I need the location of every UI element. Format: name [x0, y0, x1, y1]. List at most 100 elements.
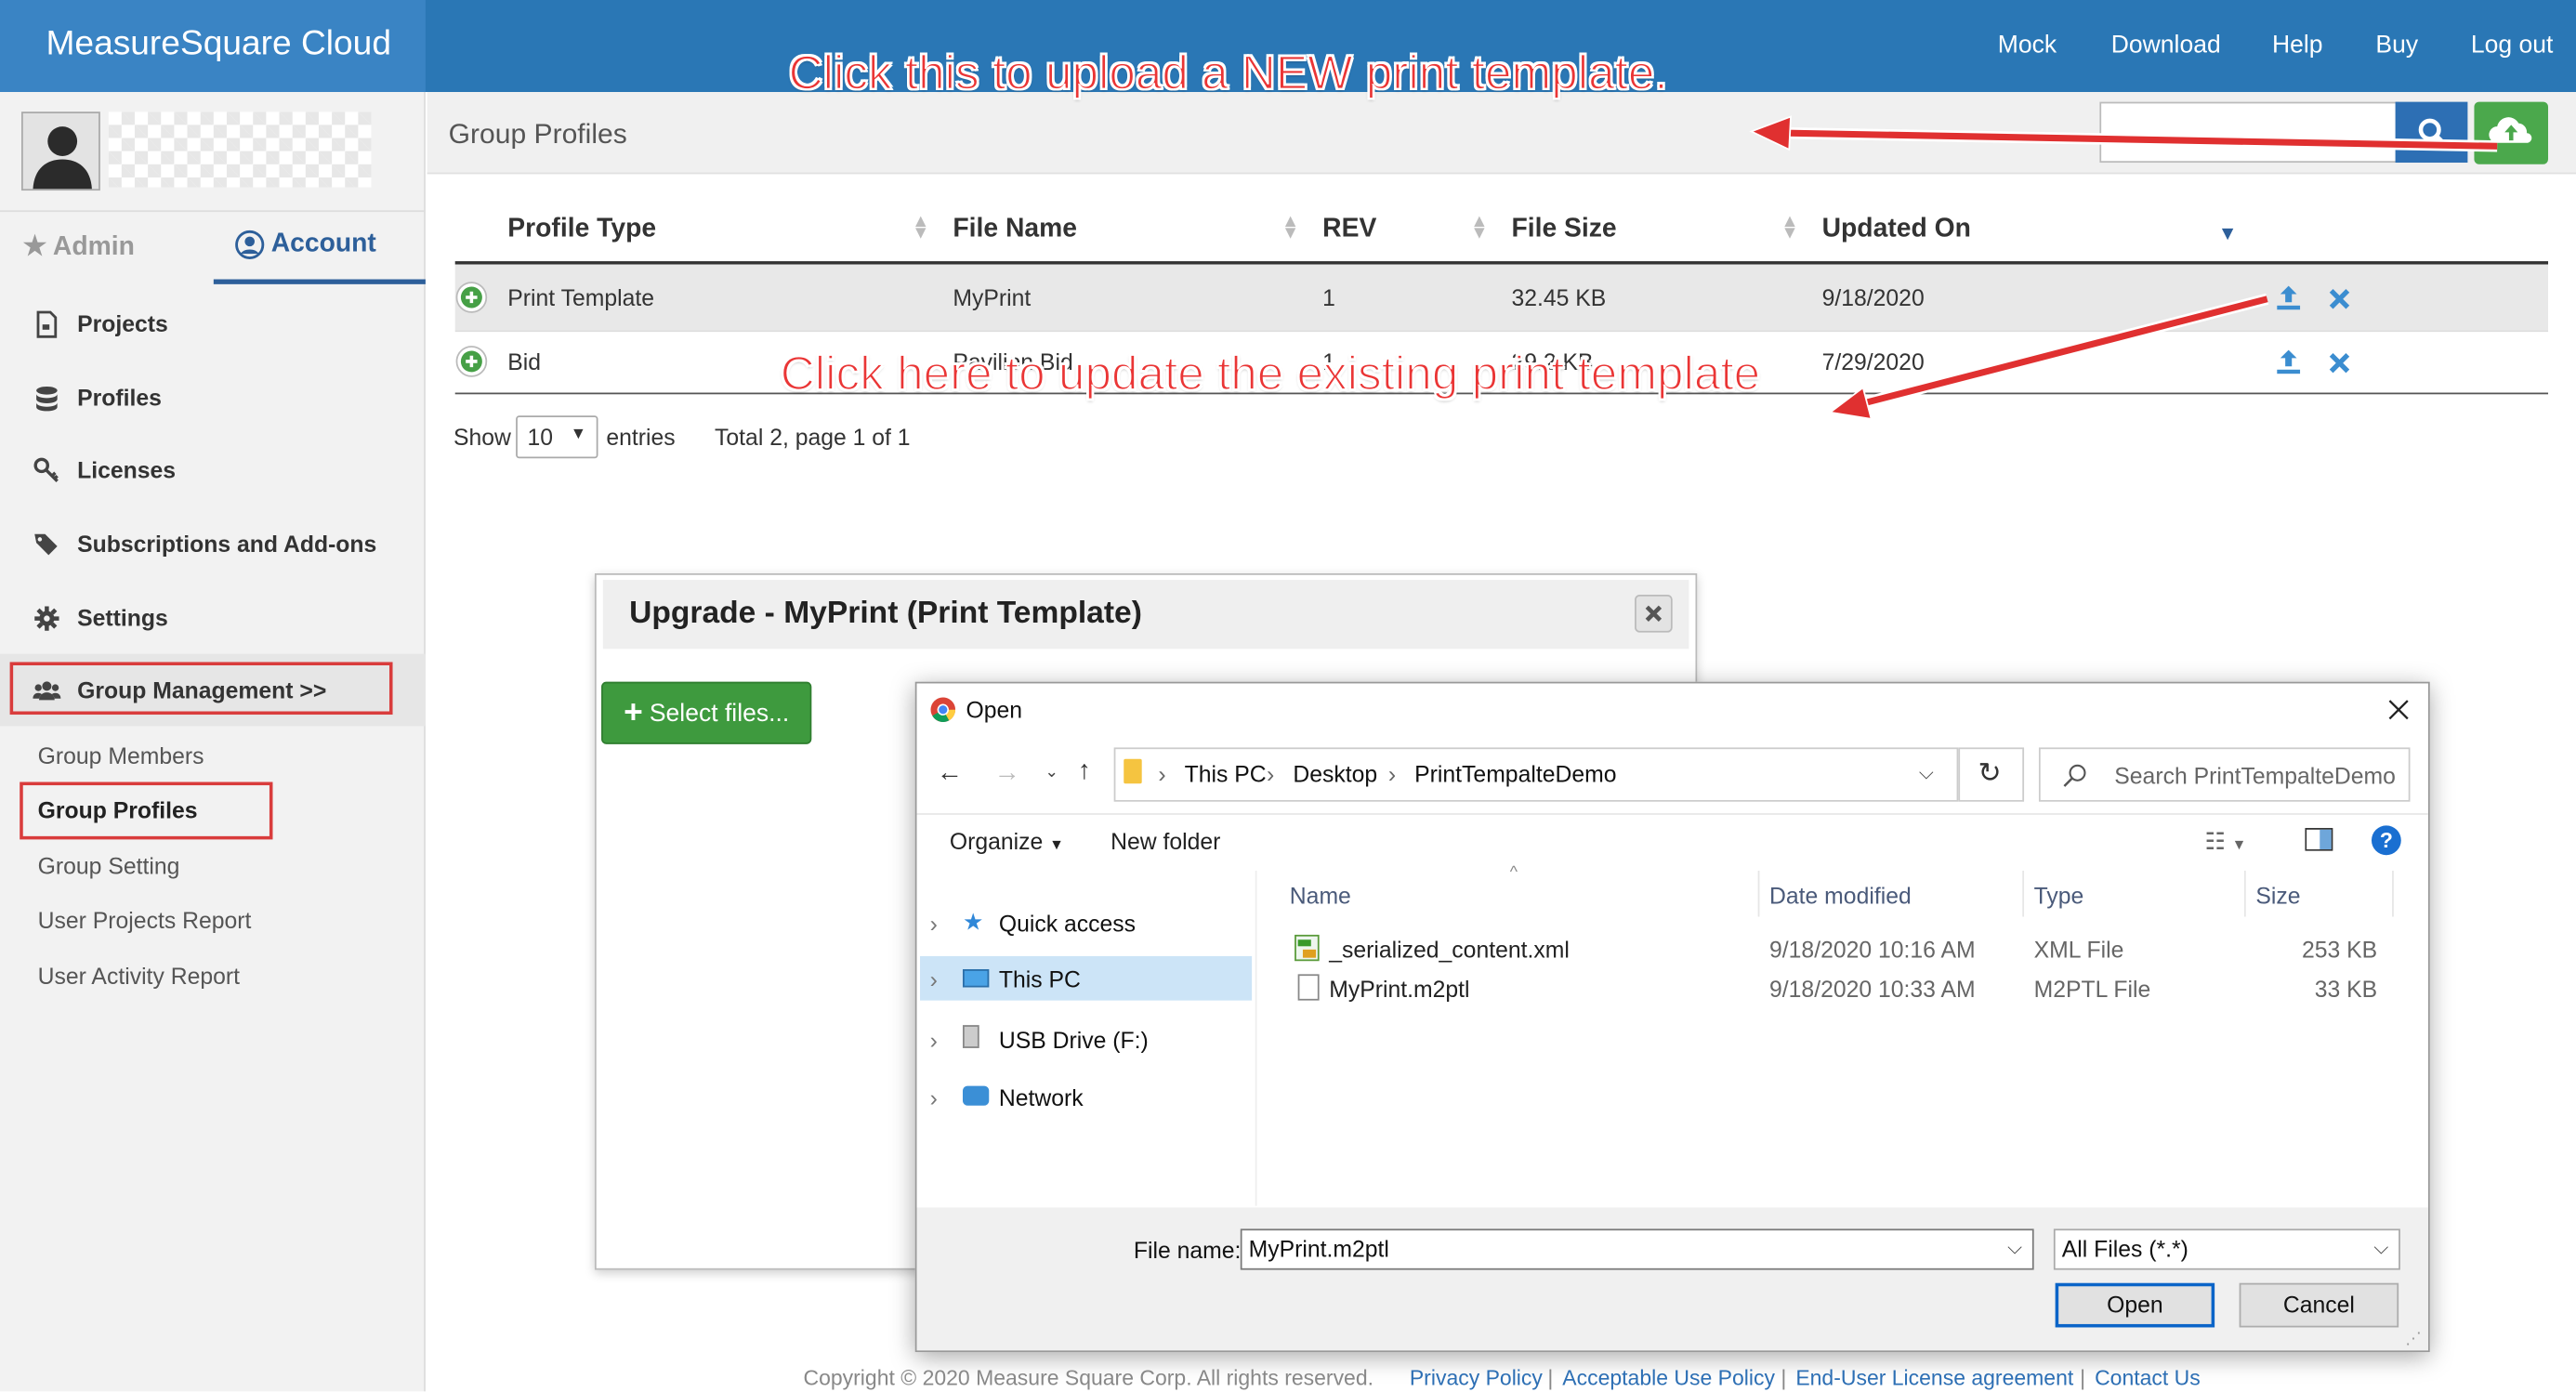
sidebar-item-profiles[interactable]: Profiles	[33, 379, 162, 415]
sidebar-item-licenses[interactable]: Licenses	[33, 452, 176, 488]
paging-info: Total 2, page 1 of 1	[715, 424, 911, 451]
tab-account[interactable]: Account	[235, 230, 376, 260]
file-col-date[interactable]: Date modified	[1769, 882, 1912, 908]
footer-link-eula[interactable]: End-User License agreement	[1795, 1365, 2073, 1390]
pane-divider	[1255, 870, 1257, 1206]
file-name-input[interactable]: MyPrint.m2ptl ⌵	[1240, 1228, 2034, 1270]
select-files-button[interactable]: + Select files...	[601, 681, 812, 744]
file-row-name[interactable]: MyPrint.m2ptl	[1329, 976, 1469, 1002]
file-type-select[interactable]: All Files (*.*) ⌵	[2053, 1228, 2400, 1270]
tree-network[interactable]: › Network	[930, 1084, 1084, 1110]
sort-icon[interactable]: ▲ ▼	[1470, 213, 1488, 243]
tree-usb-drive[interactable]: › USB Drive (F:)	[930, 1025, 1149, 1053]
file-row-size: 33 KB	[2314, 976, 2378, 1003]
caret-down-icon: ▼	[1049, 835, 1064, 853]
column-divider[interactable]	[1757, 870, 1760, 917]
organize-menu[interactable]: Organize ▼	[950, 828, 1064, 854]
tree-quick-access[interactable]: › ★ Quick access	[930, 909, 1136, 937]
back-arrow-icon[interactable]: ←	[937, 759, 963, 789]
address-dropdown-icon[interactable]: ⌵	[1919, 761, 1934, 786]
folder-search-input[interactable]: Search PrintTempalteDemo	[2038, 747, 2411, 802]
column-divider[interactable]	[2243, 870, 2246, 917]
nav-mock[interactable]: Mock	[1998, 32, 2057, 59]
file-row-name[interactable]: _serialized_content.xml	[1329, 937, 1570, 963]
upgrade-close-button[interactable]	[1635, 594, 1673, 633]
resize-grip-icon[interactable]: ⋰	[2405, 1331, 2422, 1348]
expand-plus-icon[interactable]	[455, 345, 488, 377]
upload-update-icon[interactable]	[2276, 348, 2302, 374]
cloud-upload-icon	[2489, 117, 2532, 143]
col-profile-type[interactable]: Profile Type	[507, 216, 656, 245]
sort-icon[interactable]: ▲ ▼	[912, 213, 929, 243]
file-col-size[interactable]: Size	[2255, 882, 2300, 908]
nav-download[interactable]: Download	[2111, 32, 2221, 59]
footer-link-privacy[interactable]: Privacy Policy	[1410, 1365, 1543, 1390]
col-file-size[interactable]: File Size	[1511, 216, 1616, 245]
delete-icon[interactable]	[2326, 286, 2352, 312]
col-file-name[interactable]: File Name	[953, 216, 1077, 245]
footer-link-contact[interactable]: Contact Us	[2095, 1365, 2201, 1390]
help-icon[interactable]: ?	[2371, 824, 2402, 856]
search-input[interactable]	[2099, 101, 2399, 164]
sidebar-item-projects[interactable]: Projects	[33, 306, 168, 342]
computer-icon	[962, 966, 999, 992]
column-divider[interactable]	[2392, 870, 2394, 917]
file-col-name[interactable]: Name	[1290, 882, 1351, 908]
sort-icon[interactable]: ▲ ▼	[1281, 213, 1299, 243]
sidebar-item-settings[interactable]: Settings	[33, 599, 168, 636]
close-icon[interactable]	[2382, 693, 2414, 726]
view-options-icon[interactable]: ☷ ▼	[2205, 828, 2247, 856]
search-button[interactable]	[2395, 101, 2468, 164]
crumb-this-pc[interactable]: This PC	[1185, 761, 1267, 787]
column-chooser-icon[interactable]: ▼	[2218, 222, 2238, 245]
cancel-button[interactable]: Cancel	[2239, 1282, 2399, 1328]
crumb-folder[interactable]: PrintTempalteDemo	[1414, 761, 1616, 787]
plus-icon: +	[624, 694, 643, 731]
folder-icon	[1124, 758, 1142, 784]
tab-admin[interactable]: ★ Admin	[23, 230, 135, 263]
sidebar-sub-group-setting[interactable]: Group Setting	[38, 853, 180, 879]
upload-update-icon[interactable]	[2276, 284, 2302, 310]
forward-arrow-icon[interactable]: →	[994, 759, 1020, 789]
sidebar-item-subscriptions[interactable]: Subscriptions and Add-ons	[33, 526, 376, 562]
app-brand[interactable]: MeasureSquare Cloud	[46, 25, 391, 64]
upload-new-template-button[interactable]	[2474, 101, 2549, 164]
cell-file-name: MyPrint	[953, 283, 1032, 311]
nav-help[interactable]: Help	[2272, 32, 2323, 59]
up-arrow-icon[interactable]: ↑	[1078, 757, 1091, 787]
cell-profile-type: Print Template	[507, 283, 655, 311]
footer-link-acceptable-use[interactable]: Acceptable Use Policy	[1562, 1365, 1775, 1390]
delete-icon[interactable]	[2326, 350, 2352, 376]
expand-plus-icon[interactable]	[455, 281, 488, 313]
file-row-date: 9/18/2020 10:16 AM	[1769, 936, 1976, 963]
refresh-button[interactable]: ↻	[1958, 747, 2025, 802]
annotation-new-template: Click this to upload a NEW print templat…	[788, 46, 1669, 100]
generic-file-icon	[1297, 974, 1320, 1001]
sort-icon[interactable]: ▲ ▼	[1781, 213, 1798, 243]
col-rev[interactable]: REV	[1322, 216, 1376, 245]
table-row[interactable]	[455, 281, 488, 322]
database-icon	[36, 386, 58, 411]
nav-logout[interactable]: Log out	[2471, 32, 2553, 59]
cell-profile-type: Bid	[507, 348, 542, 375]
column-divider[interactable]	[2022, 870, 2025, 917]
preview-pane-icon[interactable]	[2305, 828, 2333, 851]
avatar[interactable]	[20, 112, 100, 191]
user-circle-icon	[235, 230, 265, 259]
table-row[interactable]	[455, 345, 488, 386]
col-updated-on[interactable]: Updated On	[1822, 216, 1971, 245]
crumb-desktop[interactable]: Desktop	[1293, 761, 1377, 787]
nav-buy[interactable]: Buy	[2375, 32, 2418, 59]
sidebar-sub-user-projects-report[interactable]: User Projects Report	[38, 907, 252, 933]
svg-text:?: ?	[2380, 828, 2393, 852]
tree-this-pc[interactable]: › This PC	[930, 966, 1081, 992]
sidebar-sub-group-members[interactable]: Group Members	[38, 742, 204, 768]
page-size-select[interactable]: 10 ▼	[516, 415, 598, 459]
search-icon	[2418, 118, 2446, 146]
sidebar-sub-user-activity-report[interactable]: User Activity Report	[38, 963, 240, 989]
open-button[interactable]: Open	[2055, 1282, 2215, 1328]
recent-locations-chevron-icon[interactable]: ⌄	[1045, 764, 1058, 781]
row-separator	[454, 330, 2549, 333]
new-folder-button[interactable]: New folder	[1111, 828, 1220, 854]
file-col-type[interactable]: Type	[2034, 882, 2084, 908]
